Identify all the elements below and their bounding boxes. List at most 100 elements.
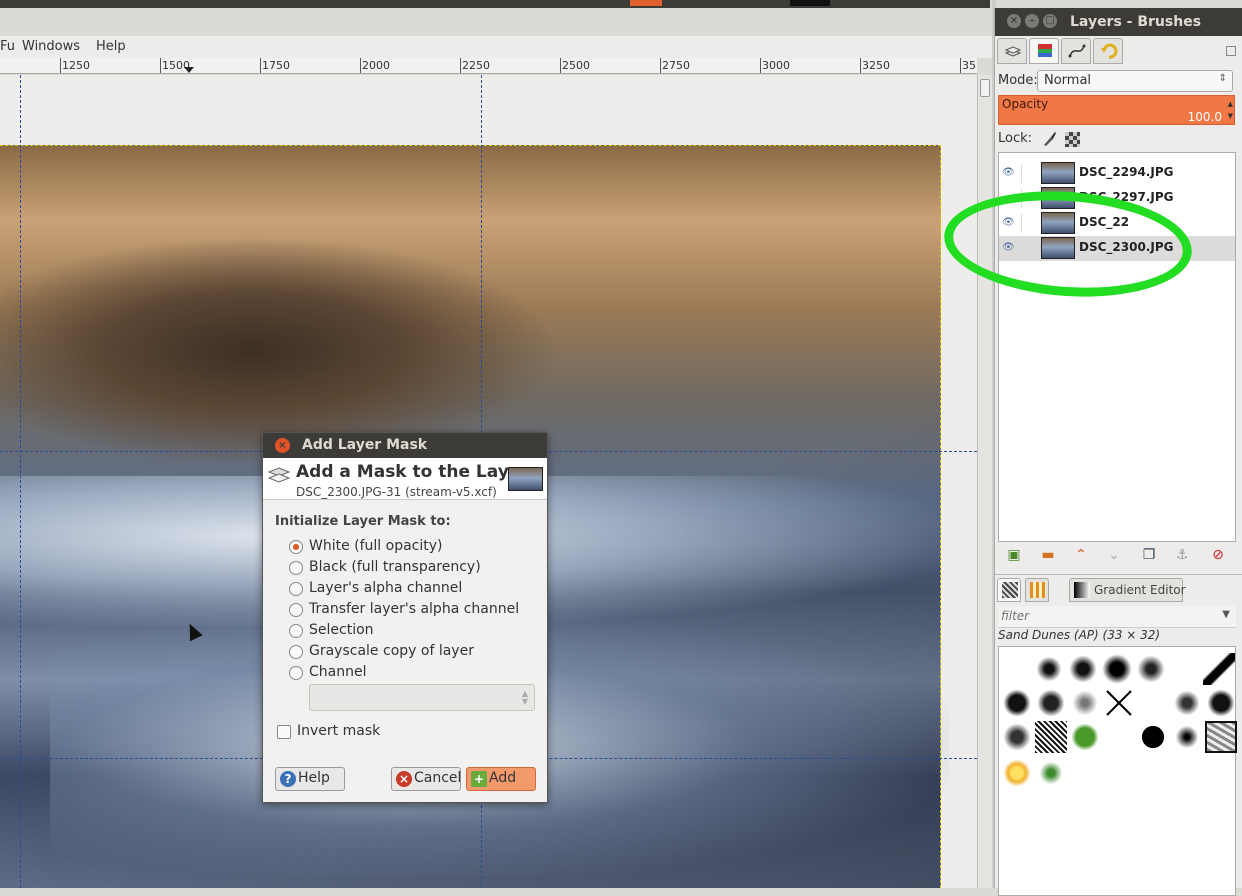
- help-button-label: Help: [298, 770, 330, 786]
- filter-input[interactable]: [999, 607, 1215, 625]
- tab-gradient-editor[interactable]: Gradient Editor: [1069, 578, 1186, 602]
- tab-channels[interactable]: [1029, 38, 1059, 64]
- ruler-tick: 2750: [662, 59, 690, 72]
- tab-brushes[interactable]: [997, 578, 1021, 602]
- cancel-button[interactable]: × Cancel: [391, 767, 461, 791]
- tab-paths[interactable]: [1061, 38, 1091, 64]
- duplicate-layer-icon[interactable]: ❐: [1140, 547, 1158, 563]
- option-label: Black (full transparency): [309, 559, 481, 575]
- radio-button[interactable]: [289, 645, 303, 659]
- ruler-tick: 35: [962, 59, 976, 72]
- brushes-grid[interactable]: [998, 646, 1237, 896]
- radio-button[interactable]: [289, 582, 303, 596]
- radio-button[interactable]: [289, 561, 303, 575]
- brush-swatch[interactable]: [1067, 653, 1099, 685]
- eye-icon[interactable]: 👁: [1002, 167, 1015, 179]
- help-button[interactable]: ? Help: [275, 767, 345, 791]
- option-label: Transfer layer's alpha channel: [309, 601, 520, 617]
- close-icon[interactable]: ×: [275, 438, 290, 453]
- ruler-tick: 2500: [562, 59, 590, 72]
- layer-mask-icon: [267, 467, 291, 483]
- ruler-tick: 3250: [862, 59, 890, 72]
- lock-label: Lock:: [998, 131, 1033, 146]
- tab-patterns[interactable]: [1025, 578, 1049, 602]
- scrollbar-thumb[interactable]: [980, 79, 990, 97]
- invert-mask-label: Invert mask: [297, 723, 381, 739]
- option-label: Selection: [309, 622, 374, 638]
- menu-item-help[interactable]: Help: [96, 39, 126, 54]
- delete-layer-icon[interactable]: ⊘: [1209, 547, 1227, 563]
- menu-item-windows[interactable]: Windows: [22, 39, 80, 54]
- paths-icon: [1068, 44, 1086, 58]
- opacity-value: 100.0: [1187, 110, 1222, 124]
- brush-swatch[interactable]: [1001, 757, 1033, 789]
- dialog-prompt: Initialize Layer Mask to:: [275, 514, 451, 529]
- brush-swatch[interactable]: [1033, 653, 1065, 685]
- ruler-tick: 1750: [262, 59, 290, 72]
- close-icon[interactable]: ×: [1007, 14, 1021, 28]
- layer-thumbnail: [1041, 162, 1075, 184]
- brush-swatch[interactable]: [1001, 687, 1033, 719]
- radio-button[interactable]: [289, 624, 303, 638]
- ruler-tick: 2000: [362, 59, 390, 72]
- opacity-slider[interactable]: Opacity 100.0 ▲ ▼: [998, 95, 1235, 125]
- panel-swatch: [790, 0, 830, 6]
- dock-menu-icon[interactable]: [1226, 46, 1236, 56]
- brush-swatch[interactable]: [1135, 653, 1167, 685]
- lock-pixels-brush-icon[interactable]: [1041, 131, 1057, 147]
- menu-item-script-fu[interactable]: Fu: [0, 39, 15, 54]
- mode-label: Mode:: [998, 73, 1038, 88]
- spin-arrows-icon: ⇕: [1218, 73, 1227, 84]
- tab-undo-history[interactable]: [1093, 38, 1123, 64]
- brush-swatch[interactable]: [1035, 687, 1067, 719]
- lock-alpha-icon[interactable]: [1065, 132, 1080, 147]
- anchor-layer-icon[interactable]: ⚓: [1173, 547, 1191, 563]
- canvas-vertical-scrollbar[interactable]: [977, 75, 992, 888]
- raise-layer-icon[interactable]: ⌃: [1072, 547, 1090, 563]
- brush-selected[interactable]: [1205, 721, 1237, 753]
- dock-titlebar[interactable]: × – □ Layers - Brushes: [995, 8, 1242, 36]
- cancel-icon: ×: [396, 771, 412, 787]
- brush-swatch[interactable]: [1035, 757, 1067, 789]
- brush-swatch[interactable]: [1171, 687, 1203, 719]
- option-label: Grayscale copy of layer: [309, 643, 474, 659]
- mode-select[interactable]: Normal ⇕: [1037, 70, 1233, 92]
- radio-button[interactable]: [289, 603, 303, 617]
- maximize-icon[interactable]: □: [1043, 14, 1057, 28]
- add-button[interactable]: + Add: [466, 767, 536, 791]
- radio-button[interactable]: [289, 540, 303, 554]
- brush-swatch[interactable]: [1137, 721, 1169, 753]
- brush-swatch[interactable]: [1101, 653, 1133, 685]
- brush-swatch[interactable]: [1001, 721, 1033, 753]
- spin-arrows-icon: ▲ ▼: [521, 689, 528, 706]
- tab-layers[interactable]: [997, 38, 1027, 64]
- brush-swatch[interactable]: [1069, 687, 1101, 719]
- brush-name: Sand Dunes (AP) (33 × 32): [998, 628, 1161, 642]
- brush-swatch[interactable]: [1205, 687, 1237, 719]
- chain-toggle[interactable]: [1021, 164, 1035, 183]
- channel-select[interactable]: ▲ ▼: [309, 684, 535, 711]
- radio-button[interactable]: [289, 666, 303, 680]
- help-icon: ?: [280, 771, 296, 787]
- dialog-titlebar[interactable]: × Add Layer Mask: [263, 433, 547, 458]
- option-label: Layer's alpha channel: [309, 580, 463, 596]
- lower-layer-icon[interactable]: ⌄: [1105, 547, 1123, 563]
- brush-swatch[interactable]: [1203, 653, 1235, 685]
- guide-line[interactable]: [20, 75, 21, 888]
- brush-swatch[interactable]: [1103, 687, 1135, 719]
- brush-pepper[interactable]: [1069, 721, 1101, 753]
- new-layer-icon[interactable]: ▣: [1005, 547, 1023, 563]
- minimize-icon[interactable]: –: [1025, 14, 1039, 28]
- invert-mask-checkbox[interactable]: [277, 725, 291, 739]
- new-layer-group-icon[interactable]: ▬: [1039, 547, 1057, 563]
- panel-swatch: [630, 0, 662, 6]
- dropdown-arrow-icon[interactable]: ▼: [1222, 609, 1230, 620]
- top-panel-strip: [0, 0, 990, 8]
- brush-swatch[interactable]: [1171, 721, 1203, 753]
- ruler-tick: 2250: [462, 59, 490, 72]
- layer-row[interactable]: 👁 DSC_2294.JPG: [999, 161, 1235, 186]
- spin-arrows-icon[interactable]: ▲ ▼: [1228, 98, 1233, 122]
- dialog-title: Add Layer Mask: [302, 437, 428, 453]
- horizontal-ruler[interactable]: 1250 1500 1750 2000 2250 2500 2750 3000 …: [0, 58, 977, 74]
- brush-swatch[interactable]: [1035, 721, 1067, 753]
